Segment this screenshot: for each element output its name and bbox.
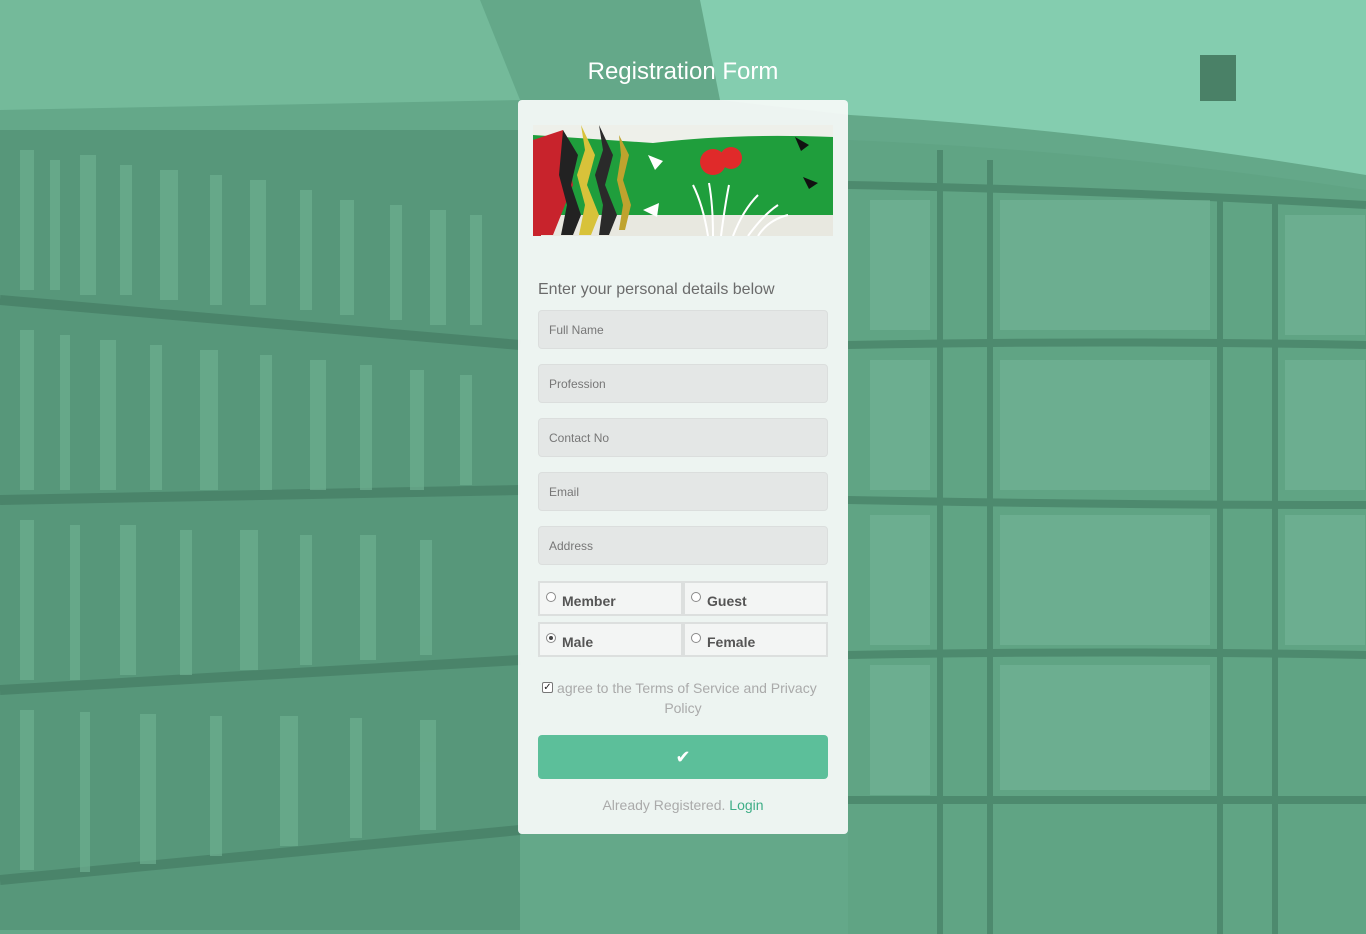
female-radio-option[interactable]: Female (683, 622, 828, 657)
page-title: Registration Form (587, 58, 779, 85)
radio-button[interactable] (691, 592, 701, 602)
member-radio-label: Member (562, 593, 616, 609)
guest-radio-label: Guest (707, 593, 747, 609)
profession-input[interactable] (538, 364, 828, 403)
check-icon: ✔ (675, 747, 691, 767)
terms-agreement: ✓ I agree to the Terms of Service and Pr… (538, 678, 828, 718)
submit-button[interactable]: ✔ (538, 735, 828, 779)
female-radio-label: Female (707, 634, 756, 650)
radio-button[interactable] (691, 633, 701, 643)
login-prompt: Already Registered. Login (518, 797, 848, 813)
guest-radio-option[interactable]: Guest (683, 581, 828, 616)
login-prompt-text: Already Registered. (602, 797, 726, 813)
radio-button-selected[interactable] (546, 633, 556, 643)
contact-number-input[interactable] (538, 418, 828, 457)
full-name-input[interactable] (538, 310, 828, 349)
form-subtitle: Enter your personal details below (538, 281, 775, 298)
email-input[interactable] (538, 472, 828, 511)
radio-button[interactable] (546, 592, 556, 602)
banner-artwork-image (533, 125, 833, 236)
address-input[interactable] (538, 526, 828, 565)
login-link[interactable]: Login (729, 797, 763, 813)
male-radio-label: Male (562, 634, 594, 650)
member-radio-option[interactable]: Member (538, 581, 683, 616)
male-radio-option[interactable]: Male (538, 622, 683, 657)
terms-label: I agree to the Terms of Service and Priv… (549, 680, 817, 716)
terms-checkbox[interactable]: ✓ (542, 682, 553, 693)
registration-card: Enter your personal details below Member… (518, 100, 848, 834)
